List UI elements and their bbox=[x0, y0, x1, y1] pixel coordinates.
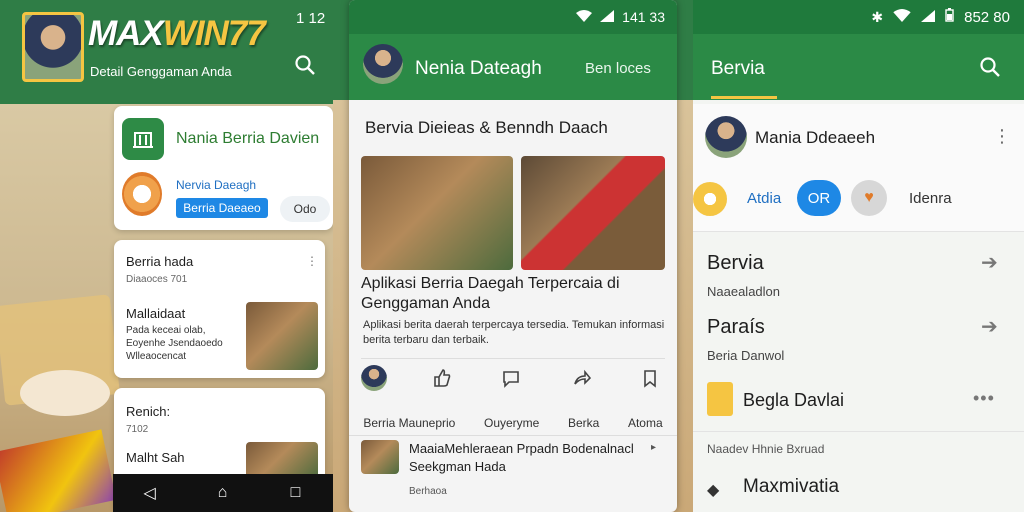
battery-icon bbox=[945, 8, 954, 26]
status-bar: ✱ 852 80 bbox=[693, 0, 1024, 34]
wifi-icon bbox=[576, 9, 593, 25]
list-item-title[interactable]: MaaiaMehleraean Prpadn Bodenalnacl Seekg… bbox=[409, 440, 659, 476]
featured-icon bbox=[707, 382, 733, 416]
tab-1[interactable]: Ouyeryme bbox=[484, 416, 539, 430]
app-card-title: Nania Berria Davien bbox=[176, 130, 320, 147]
brand-subtitle: Detail Genggaman Anda bbox=[90, 64, 232, 79]
wifi-icon bbox=[893, 8, 911, 26]
tab-3[interactable]: Atoma bbox=[628, 416, 663, 430]
arrow-right-icon[interactable]: ➔ bbox=[981, 250, 998, 275]
featured-row[interactable]: Begla Davlai ••• bbox=[693, 372, 1024, 432]
status-bar-time: 1 12 bbox=[296, 10, 326, 27]
list-item-meta: Berhaoa bbox=[409, 486, 447, 497]
article-image-1[interactable] bbox=[361, 156, 513, 270]
bookmark-icon[interactable] bbox=[635, 363, 665, 393]
background-bowl bbox=[20, 370, 110, 416]
row-title: Bervia bbox=[707, 252, 764, 274]
chip-label[interactable]: Atdia bbox=[747, 190, 781, 207]
comment-icon[interactable] bbox=[496, 363, 526, 393]
like-icon[interactable] bbox=[427, 363, 457, 393]
open-button[interactable]: Berria Daeaeo bbox=[176, 198, 268, 218]
list-row[interactable]: Paraís Beria Danwol ➔ bbox=[693, 300, 1024, 368]
row-subtitle: Naaealadlon bbox=[707, 284, 781, 299]
drop-icon: ◆ bbox=[707, 482, 720, 499]
secondary-pill-button[interactable]: Odo bbox=[280, 196, 330, 222]
publisher-logo bbox=[122, 172, 162, 216]
profile-avatar[interactable] bbox=[363, 44, 403, 84]
news-item-title[interactable]: Mallaidaat bbox=[126, 306, 185, 321]
status-bar: 141 33 bbox=[349, 0, 677, 34]
news-item-text: Pada keceai olab, Eoyenhe Jsendaoedo Wll… bbox=[126, 325, 223, 362]
heart-icon[interactable]: ♥ bbox=[851, 180, 887, 216]
brand-logo-title: MAXWIN77 bbox=[88, 14, 266, 54]
row-title: Paraís bbox=[707, 316, 765, 338]
brand-max: MAX bbox=[88, 14, 164, 53]
news-card-meta: Diaaoces 701 bbox=[126, 274, 188, 285]
tab-2[interactable]: Berka bbox=[568, 416, 599, 430]
news-card[interactable]: Berria hada Diaaoces 701 ⋮ Mallaidaat Pa… bbox=[114, 240, 325, 378]
bluetooth-icon: ✱ bbox=[871, 8, 884, 25]
article-image-2[interactable] bbox=[521, 156, 665, 270]
article-title[interactable]: Aplikasi Berria Daegah Terpercaia di Gen… bbox=[361, 274, 665, 314]
more-horiz-icon[interactable]: ••• bbox=[973, 388, 995, 409]
search-icon[interactable] bbox=[977, 54, 1003, 80]
profile-avatar[interactable] bbox=[705, 116, 747, 158]
expand-icon[interactable]: ▸ bbox=[651, 442, 656, 453]
app-bar: Nenia Dateagh Ben loces bbox=[349, 34, 677, 100]
more-vert-icon[interactable]: ⋮ bbox=[993, 126, 1011, 147]
tab-0[interactable]: Berria Mauneprio bbox=[363, 416, 455, 430]
left-screen: MAXWIN77 Detail Genggaman Anda 1 12 Nani… bbox=[0, 0, 333, 512]
status-time: 141 33 bbox=[622, 9, 665, 25]
list-row[interactable]: Bervia Naaealadlon ➔ bbox=[693, 236, 1024, 300]
search-icon[interactable] bbox=[292, 52, 318, 78]
center-screen: 141 33 Nenia Dateagh Ben loces Bervia Di… bbox=[333, 0, 693, 512]
android-nav-bar: ◁ ⌂ □ bbox=[113, 474, 333, 512]
news-item-thumbnail[interactable] bbox=[246, 442, 318, 478]
arrow-right-icon[interactable]: ➔ bbox=[981, 314, 998, 339]
profile-card: Mania Ddeaeeh ⋮ Atdia OR ♥ Idenra bbox=[693, 104, 1024, 232]
phone-frame: 141 33 Nenia Dateagh Ben loces Bervia Di… bbox=[349, 0, 677, 512]
publisher-name[interactable]: Nervia Daeagh bbox=[176, 178, 256, 192]
brand-portrait-image bbox=[22, 12, 84, 82]
brand-number: 77 bbox=[227, 14, 266, 53]
app-bar-tab[interactable]: Ben loces bbox=[585, 60, 651, 77]
article-actions bbox=[361, 358, 665, 396]
row-subtitle: Beria Danwol bbox=[707, 348, 785, 363]
status-time: 852 80 bbox=[964, 8, 1010, 26]
signal-icon bbox=[921, 9, 936, 26]
chip-logo[interactable] bbox=[693, 182, 727, 216]
list-item-title[interactable]: Maxmivatia bbox=[743, 476, 839, 498]
list-item-thumbnail[interactable] bbox=[361, 440, 399, 474]
section-heading: Bervia Dieieas & Benndh Daach bbox=[365, 118, 608, 137]
news-item-title[interactable]: Malht Sah bbox=[126, 450, 185, 465]
chip-label[interactable]: Idenra bbox=[909, 190, 952, 207]
back-icon[interactable]: ◁ bbox=[113, 474, 186, 512]
app-bar: Bervia bbox=[693, 34, 1024, 100]
building-icon bbox=[122, 118, 164, 160]
more-icon[interactable]: ⋮ bbox=[306, 254, 318, 268]
right-screen: ✱ 852 80 Bervia Mania Ddeaeeh ⋮ Atdia OR… bbox=[693, 0, 1024, 512]
news-item-thumbnail[interactable] bbox=[246, 302, 318, 370]
share-icon[interactable] bbox=[566, 363, 596, 393]
app-card[interactable]: Nania Berria Davien Nervia Daeagh Berria… bbox=[114, 106, 333, 230]
news-card-title: Renich: bbox=[126, 404, 171, 419]
brand-win: WIN bbox=[162, 14, 229, 53]
signal-icon bbox=[600, 9, 615, 25]
home-icon[interactable]: ⌂ bbox=[186, 474, 259, 512]
recent-apps-icon[interactable]: □ bbox=[259, 474, 332, 512]
category-tabs: Berria Mauneprio Ouyeryme Berka Atoma bbox=[349, 410, 677, 436]
author-avatar[interactable] bbox=[361, 364, 387, 391]
news-card-meta: 7102 bbox=[126, 424, 149, 435]
or-button[interactable]: OR bbox=[797, 180, 841, 216]
profile-name[interactable]: Mania Ddeaeeh bbox=[755, 128, 875, 148]
section-label: Naadev Hhnie Bxruad bbox=[707, 442, 825, 456]
background-snack bbox=[0, 429, 117, 512]
article-body: Aplikasi berita daerah terpercaya tersed… bbox=[363, 319, 665, 346]
app-bar-title[interactable]: Bervia bbox=[711, 58, 765, 80]
app-bar-title: Nenia Dateagh bbox=[415, 58, 542, 79]
news-card-title: Berria hada bbox=[126, 254, 194, 269]
featured-title: Begla Davlai bbox=[743, 390, 845, 410]
active-tab-indicator bbox=[711, 96, 777, 99]
